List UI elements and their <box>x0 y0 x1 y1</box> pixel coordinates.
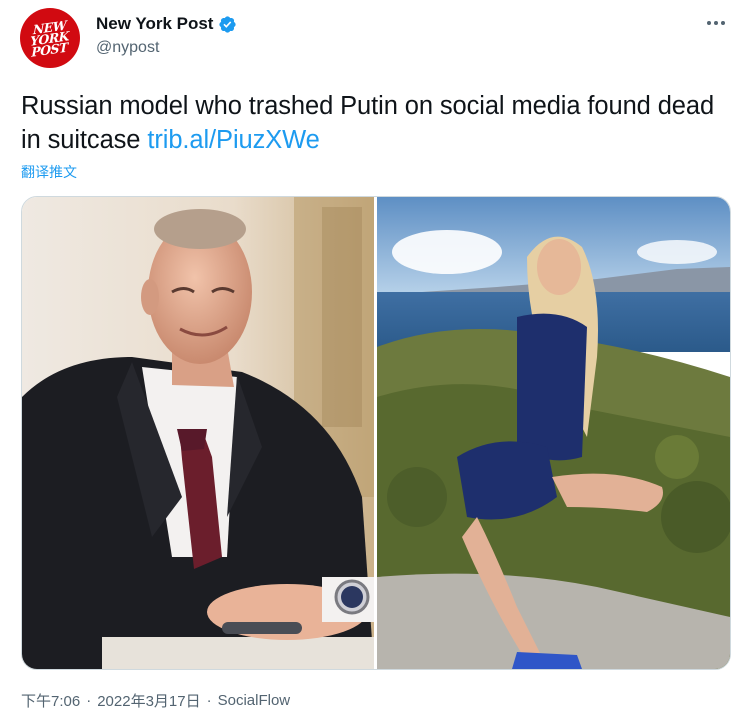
tweet-source[interactable]: SocialFlow <box>218 692 291 709</box>
meta-separator: · <box>86 692 92 709</box>
translate-tweet-link[interactable]: 翻译推文 <box>21 162 77 182</box>
tweet-body: Russian model who trashed Putin on socia… <box>21 92 715 154</box>
tweet-card: NEW YORK POST New York Post @nypost Russia… <box>0 0 751 724</box>
author-name-row: New York Post <box>96 14 237 34</box>
tweet-text: Russian model who trashed Putin on socia… <box>21 89 721 157</box>
tweet-date[interactable]: 2022年3月17日 <box>97 690 200 711</box>
tweet-time[interactable]: 下午7:06 <box>21 690 80 711</box>
media-photo-left[interactable] <box>22 197 374 669</box>
verified-badge-icon <box>219 15 237 33</box>
avatar[interactable]: NEW YORK POST <box>20 8 80 68</box>
author-display-name[interactable]: New York Post <box>96 14 213 34</box>
more-options-button[interactable] <box>701 10 731 36</box>
tweet-meta: 下午7:06 · 2022年3月17日 · SocialFlow <box>21 690 290 711</box>
author-handle[interactable]: @nypost <box>96 39 159 57</box>
meta-separator: · <box>206 692 212 709</box>
new-york-post-logo: NEW YORK POST <box>30 16 70 60</box>
media-grid <box>21 196 731 670</box>
tweet-link[interactable]: trib.al/PiuzXWe <box>147 126 319 154</box>
more-options-icon <box>707 21 725 25</box>
media-photo-right[interactable] <box>377 197 730 669</box>
